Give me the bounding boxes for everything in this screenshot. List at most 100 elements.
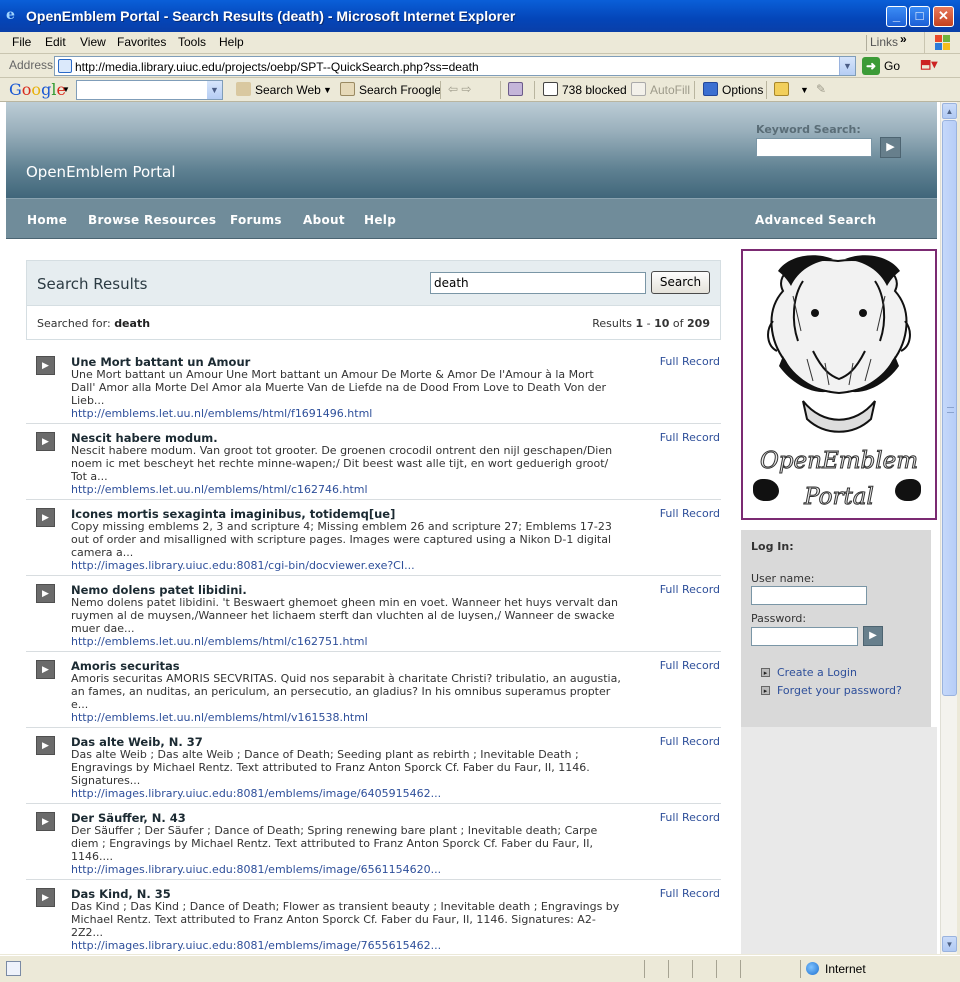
full-record-link[interactable]: Full Record bbox=[660, 811, 720, 824]
login-submit-button[interactable]: ▶ bbox=[863, 626, 883, 646]
results-search-input[interactable]: death bbox=[430, 272, 646, 294]
result-title[interactable]: Nescit habere modum. bbox=[71, 431, 218, 445]
result-item: ▶ Das alte Weib, N. 37 Das alte Weib ; D… bbox=[26, 728, 721, 804]
folder-dropdown-icon[interactable]: ▼ bbox=[800, 85, 809, 95]
menu-file[interactable]: File bbox=[12, 35, 31, 49]
menu-favorites[interactable]: Favorites bbox=[117, 35, 166, 49]
expand-arrow-icon[interactable]: ▶ bbox=[36, 356, 55, 375]
password-input[interactable] bbox=[751, 627, 858, 646]
expand-arrow-icon[interactable]: ▶ bbox=[36, 812, 55, 831]
close-button[interactable]: ✕ bbox=[933, 6, 954, 27]
username-input[interactable] bbox=[751, 586, 867, 605]
address-dropdown-icon[interactable]: ▼ bbox=[839, 57, 855, 75]
search-web-dropdown-icon[interactable]: ▼ bbox=[323, 85, 332, 95]
maximize-button[interactable]: □ bbox=[909, 6, 930, 27]
minimize-button[interactable]: _ bbox=[886, 6, 907, 27]
options-button[interactable]: Options bbox=[703, 82, 763, 97]
binoculars-icon bbox=[236, 82, 251, 96]
pagerank-icon[interactable] bbox=[508, 82, 527, 97]
site-name[interactable]: OpenEmblem Portal bbox=[26, 163, 176, 181]
result-url[interactable]: http://images.library.uiuc.edu:8081/embl… bbox=[71, 939, 441, 952]
go-button[interactable]: ➜ Go bbox=[862, 57, 900, 75]
result-count: Results 1 - 10 of 209 bbox=[592, 317, 710, 330]
results-search-button[interactable]: Search bbox=[651, 271, 710, 294]
nav-help[interactable]: Help bbox=[364, 213, 396, 227]
menu-view[interactable]: View bbox=[80, 35, 106, 49]
result-description: Der Säuffer ; Der Säufer ; Dance of Deat… bbox=[71, 824, 598, 863]
result-url[interactable]: http://images.library.uiuc.edu:8081/embl… bbox=[71, 863, 441, 876]
popup-blocker-icon bbox=[543, 82, 558, 96]
forgot-password-link[interactable]: ▸ Forget your password? bbox=[761, 684, 902, 697]
menu-tools[interactable]: Tools bbox=[178, 35, 206, 49]
full-record-link[interactable]: Full Record bbox=[660, 355, 720, 368]
expand-arrow-icon[interactable]: ▶ bbox=[36, 660, 55, 679]
result-title[interactable]: Das Kind, N. 35 bbox=[71, 887, 171, 901]
expand-arrow-icon[interactable]: ▶ bbox=[36, 508, 55, 527]
full-record-link[interactable]: Full Record bbox=[660, 431, 720, 444]
status-bar: Internet bbox=[0, 955, 960, 982]
keyword-search-input[interactable] bbox=[756, 138, 872, 157]
result-url[interactable]: http://emblems.let.uu.nl/emblems/html/c1… bbox=[71, 635, 368, 648]
result-url[interactable]: http://images.library.uiuc.edu:8081/cgi-… bbox=[71, 559, 415, 572]
nav-home[interactable]: Home bbox=[27, 213, 67, 227]
result-url[interactable]: http://emblems.let.uu.nl/emblems/html/v1… bbox=[71, 711, 368, 724]
result-title[interactable]: Das alte Weib, N. 37 bbox=[71, 735, 203, 749]
window-titlebar[interactable]: e OpenEmblem Portal - Search Results (de… bbox=[0, 0, 960, 32]
menu-edit[interactable]: Edit bbox=[45, 35, 66, 49]
nav-about[interactable]: About bbox=[303, 213, 345, 227]
folder-up-icon[interactable] bbox=[774, 82, 793, 97]
openemblem-logo-image: OpenEmblem Portal bbox=[741, 249, 937, 520]
autofill-button[interactable]: AutoFill bbox=[631, 82, 690, 97]
go-arrow-icon: ➜ bbox=[862, 57, 880, 75]
result-url[interactable]: http://emblems.let.uu.nl/emblems/html/f1… bbox=[71, 407, 372, 420]
scroll-down-icon[interactable]: ▼ bbox=[942, 936, 957, 952]
result-url[interactable]: http://emblems.let.uu.nl/emblems/html/c1… bbox=[71, 483, 368, 496]
expand-arrow-icon[interactable]: ▶ bbox=[36, 736, 55, 755]
result-title[interactable]: Der Säuffer, N. 43 bbox=[71, 811, 186, 825]
menu-help[interactable]: Help bbox=[219, 35, 244, 49]
search-froogle-button[interactable]: Search Froogle bbox=[340, 82, 441, 97]
address-url[interactable]: http://media.library.uiuc.edu/projects/o… bbox=[75, 60, 479, 74]
search-web-button[interactable]: Search Web bbox=[236, 82, 321, 97]
chevron-right-icon[interactable]: » bbox=[900, 32, 907, 46]
scroll-up-icon[interactable]: ▲ bbox=[942, 103, 957, 119]
full-record-link[interactable]: Full Record bbox=[660, 583, 720, 596]
full-record-link[interactable]: Full Record bbox=[660, 887, 720, 900]
vertical-scrollbar[interactable]: ▲ ▼ bbox=[940, 102, 957, 954]
expand-arrow-icon[interactable]: ▶ bbox=[36, 584, 55, 603]
result-list: ▶ Une Mort battant un Amour Une Mort bat… bbox=[26, 348, 721, 954]
pencil-icon[interactable]: ✎ bbox=[816, 82, 826, 96]
menu-bar: File Edit View Favorites Tools Help Link… bbox=[0, 32, 960, 54]
result-description: Das Kind ; Das Kind ; Dance of Death; Fl… bbox=[71, 900, 620, 939]
google-search-input[interactable]: ▼ bbox=[76, 80, 223, 100]
result-title[interactable]: Amoris securitas bbox=[71, 659, 180, 673]
extension-icon[interactable]: ⬒▾ bbox=[920, 57, 950, 75]
highlight-icon[interactable]: ⇦ ⇨ bbox=[448, 82, 471, 96]
site-nav: Home Browse Resources Forums About Help … bbox=[6, 198, 937, 239]
result-url[interactable]: http://images.library.uiuc.edu:8081/embl… bbox=[71, 787, 441, 800]
create-login-link[interactable]: ▸ Create a Login bbox=[761, 666, 857, 679]
full-record-link[interactable]: Full Record bbox=[660, 735, 720, 748]
flourish-right-icon bbox=[895, 479, 921, 501]
google-logo[interactable]: Google bbox=[9, 80, 66, 99]
full-record-link[interactable]: Full Record bbox=[660, 507, 720, 520]
nav-browse-resources[interactable]: Browse Resources bbox=[88, 213, 216, 227]
result-title[interactable]: Icones mortis sexaginta imaginibus, toti… bbox=[71, 507, 395, 521]
links-toolbar-label[interactable]: Links bbox=[866, 35, 898, 51]
google-search-dropdown-icon[interactable]: ▼ bbox=[207, 81, 222, 99]
ie-icon: e bbox=[6, 7, 15, 23]
result-item: ▶ Nemo dolens patet libidini. Nemo dolen… bbox=[26, 576, 721, 652]
result-title[interactable]: Nemo dolens patet libidini. bbox=[71, 583, 247, 597]
google-dropdown-icon[interactable]: ▼ bbox=[62, 85, 70, 94]
expand-arrow-icon[interactable]: ▶ bbox=[36, 888, 55, 907]
address-input[interactable]: http://media.library.uiuc.edu/projects/o… bbox=[54, 56, 856, 76]
scroll-thumb[interactable] bbox=[942, 120, 957, 696]
nav-advanced-search[interactable]: Advanced Search bbox=[755, 213, 876, 227]
result-title[interactable]: Une Mort battant un Amour bbox=[71, 355, 250, 369]
expand-arrow-icon[interactable]: ▶ bbox=[36, 432, 55, 451]
windows-logo-icon bbox=[924, 32, 958, 54]
keyword-search-go-button[interactable]: ▶ bbox=[880, 137, 901, 158]
popup-blocker-button[interactable]: 738 blocked bbox=[543, 82, 627, 97]
nav-forums[interactable]: Forums bbox=[230, 213, 282, 227]
full-record-link[interactable]: Full Record bbox=[660, 659, 720, 672]
